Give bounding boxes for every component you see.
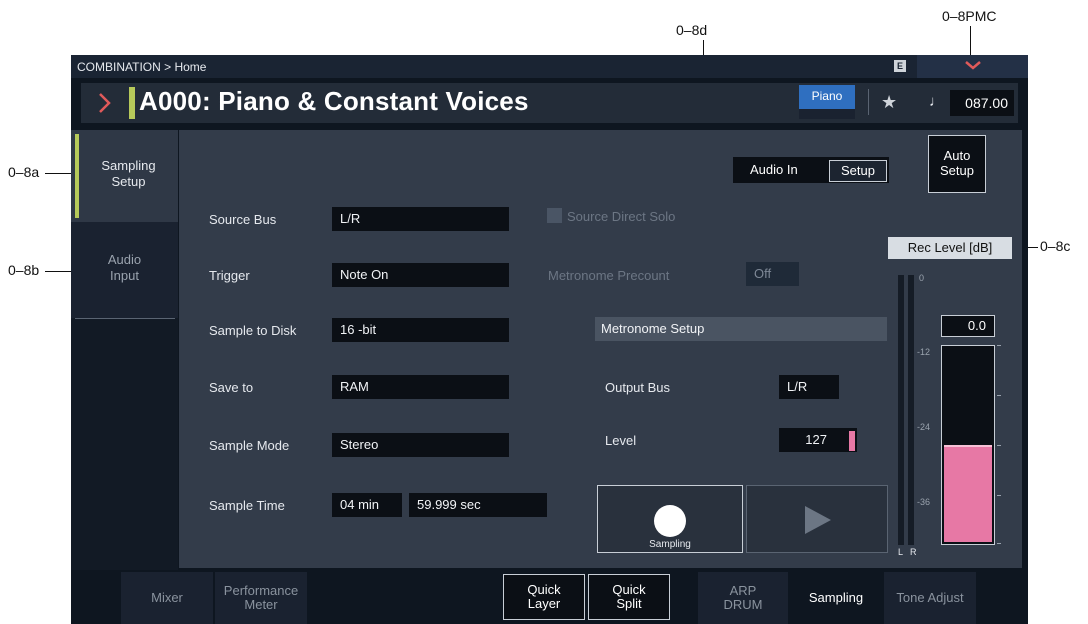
tab-arp-drum[interactable]: ARP DRUM — [698, 572, 788, 624]
metronome-setup-header: Metronome Setup — [595, 317, 887, 341]
sampling-button-label: Sampling — [649, 539, 691, 550]
tab-sampling-setup[interactable]: Sampling Setup — [71, 130, 178, 222]
page-menu-button[interactable] — [917, 55, 1028, 78]
scale-minus12: -12 — [917, 347, 931, 357]
top-bar: COMBINATION > Home E — [71, 55, 1028, 78]
tab-divider — [75, 318, 175, 319]
channel-l-label: L — [898, 547, 904, 557]
star-icon[interactable]: ★ — [881, 92, 897, 113]
side-tabs: Sampling Setup Audio Input — [71, 130, 178, 570]
metronome-precount-label: Metronome Precount — [548, 268, 670, 283]
meter-left — [898, 275, 904, 545]
e-badge: E — [894, 60, 906, 72]
auto-setup-button[interactable]: Auto Setup — [928, 135, 986, 193]
sample-time-label: Sample Time — [209, 498, 285, 513]
level-indicator — [849, 431, 855, 451]
source-bus-label: Source Bus — [209, 212, 277, 227]
program-name[interactable]: A000: Piano & Constant Voices — [139, 86, 529, 117]
channel-r-label: R — [910, 547, 917, 557]
tempo-field[interactable]: 087.00 — [950, 90, 1014, 116]
sample-mode-label: Sample Mode — [209, 438, 290, 453]
category-underline — [799, 109, 855, 119]
sampling-button[interactable]: Sampling — [597, 485, 743, 553]
tab-sampling[interactable]: Sampling — [790, 572, 882, 624]
callout-0-8d: 0–8d — [676, 22, 708, 38]
play-icon — [805, 506, 831, 534]
save-to-field[interactable]: RAM — [332, 375, 509, 399]
play-button[interactable] — [746, 485, 888, 553]
tick — [997, 543, 1001, 544]
tab-tone-adjust[interactable]: Tone Adjust — [884, 572, 976, 624]
tab-performance-meter[interactable]: Performance Meter — [215, 572, 307, 624]
level-value: 127 — [805, 432, 827, 447]
scale-minus24: -24 — [917, 422, 931, 432]
metronome-precount-field[interactable]: Off — [746, 262, 799, 286]
tick — [997, 395, 1001, 396]
sample-mode-field[interactable]: Stereo — [332, 433, 509, 457]
tab-quick-split[interactable]: Quick Split — [588, 574, 670, 620]
screen: COMBINATION > Home E A000: Piano & Const… — [71, 55, 1028, 624]
chevron-down-icon — [965, 61, 981, 70]
scale-minus36: -36 — [917, 497, 931, 507]
manual-figure: 0–8a 0–8b 0–8c 0–8d 0–8PMC COMBINATION >… — [0, 0, 1088, 624]
bottom-tabs: Mixer Performance Meter Quick Layer Quic… — [71, 572, 1028, 624]
record-icon — [654, 505, 686, 537]
tab-quick-layer[interactable]: Quick Layer — [503, 574, 585, 620]
sample-to-disk-label: Sample to Disk — [209, 323, 297, 338]
sample-time-sec-field[interactable]: 59.999 sec — [409, 493, 547, 517]
tab-mixer[interactable]: Mixer — [121, 572, 213, 624]
output-bus-field[interactable]: L/R — [779, 375, 839, 399]
callout-0-8c: 0–8c — [1040, 238, 1071, 254]
sample-to-disk-field[interactable]: 16 -bit — [332, 318, 509, 342]
category-badge[interactable]: Piano — [799, 85, 855, 109]
audio-in-label: Audio In — [750, 162, 798, 177]
callout-0-8pmc: 0–8PMC — [942, 8, 997, 24]
setup-button[interactable]: Setup — [829, 160, 887, 182]
tab-sampling-setup-label: Sampling Setup — [101, 158, 156, 189]
rec-level-value[interactable]: 0.0 — [941, 315, 995, 337]
trigger-field[interactable]: Note On — [332, 263, 509, 287]
output-bus-label: Output Bus — [605, 380, 671, 395]
callout-0-8a: 0–8a — [8, 164, 40, 180]
scale-0: 0 — [919, 273, 925, 283]
meter-right — [908, 275, 914, 545]
chevron-right-icon[interactable] — [95, 89, 115, 117]
tick — [997, 445, 1001, 446]
source-bus-field[interactable]: L/R — [332, 207, 509, 231]
note-icon: ♩ — [929, 93, 944, 110]
level-label: Level — [605, 433, 637, 448]
breadcrumb[interactable]: COMBINATION > Home — [77, 60, 206, 74]
tick — [997, 345, 1001, 346]
rec-level-meter[interactable] — [941, 345, 995, 545]
tab-audio-input-label: Audio Input — [107, 252, 142, 283]
source-direct-solo-checkbox[interactable] — [547, 208, 562, 223]
sample-time-min-field[interactable]: 04 min — [332, 493, 402, 517]
title-bar: A000: Piano & Constant Voices Piano ★ ♩ … — [81, 83, 1018, 123]
save-to-label: Save to — [209, 380, 254, 395]
tab-audio-input[interactable]: Audio Input — [71, 222, 178, 318]
trigger-label: Trigger — [209, 268, 250, 283]
divider — [868, 89, 869, 115]
level-field[interactable]: 127 — [779, 428, 857, 452]
source-direct-solo-label: Source Direct Solo — [567, 209, 676, 224]
accent-bar — [129, 87, 135, 119]
rec-level-fill — [944, 445, 992, 542]
tick — [997, 495, 1001, 496]
rec-level-header: Rec Level [dB] — [888, 237, 1012, 259]
rec-level-fill-top — [944, 445, 992, 447]
main-panel: Audio In Setup Auto Setup Source Bus L/R… — [179, 130, 1022, 568]
callout-0-8b: 0–8b — [8, 262, 40, 278]
